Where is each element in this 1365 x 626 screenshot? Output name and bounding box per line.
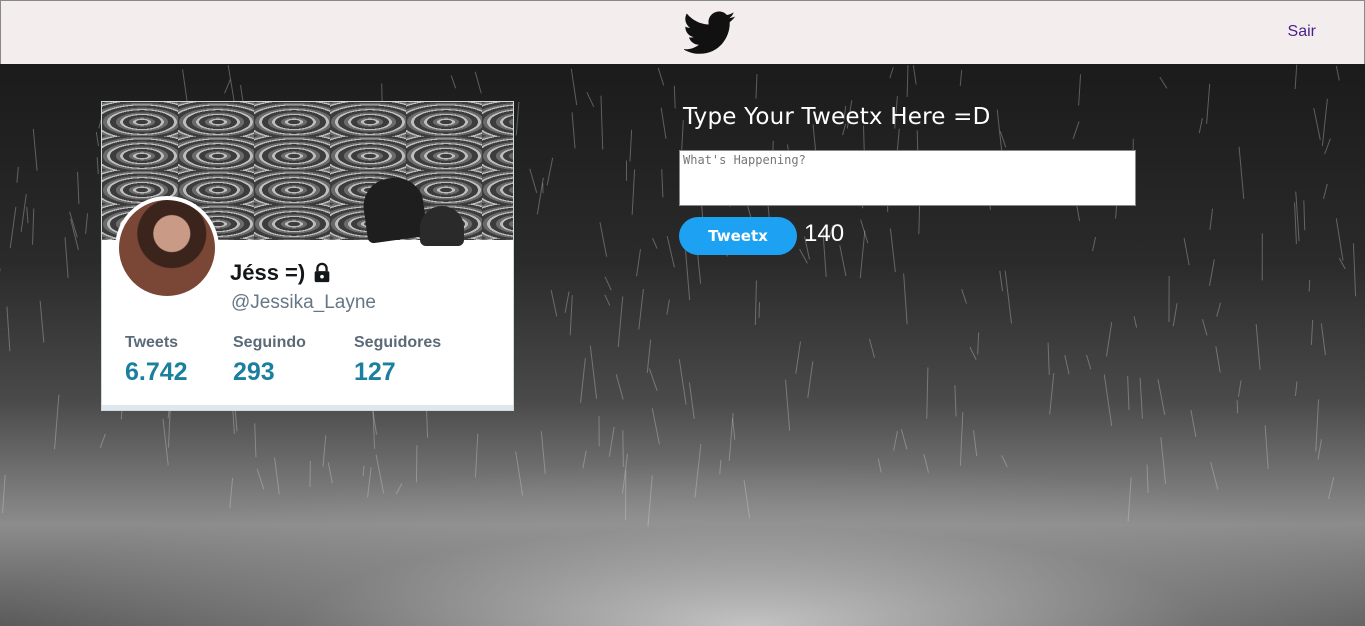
banner-shoe (359, 174, 429, 244)
stat-value: 6.742 (125, 358, 188, 386)
stat-label: Tweets (125, 334, 179, 351)
banner-shoe (420, 206, 464, 246)
stat-label: Seguindo (233, 334, 306, 351)
tweet-button[interactable]: Tweetx (679, 217, 797, 255)
lock-icon (314, 262, 330, 283)
twitter-bird-icon[interactable] (684, 11, 736, 55)
profile-handle[interactable]: @Jessika_Layne (231, 292, 376, 314)
stat-following[interactable]: Seguindo 293 (233, 334, 306, 387)
avatar[interactable] (115, 196, 219, 300)
compose-title: Type Your Tweetx Here =D (683, 104, 991, 130)
profile-name: Jéss =) (230, 260, 333, 286)
card-footer (102, 405, 513, 410)
logout-link[interactable]: Sair (1288, 23, 1316, 41)
top-navbar: Sair (0, 0, 1365, 64)
stat-value: 293 (233, 358, 275, 386)
profile-name-text: Jéss =) (230, 260, 306, 285)
background-rain-image: Jéss =) @Jessika_Layne Tweets 6.742 Segu… (0, 64, 1365, 626)
tweet-input[interactable] (679, 150, 1136, 206)
stat-tweets[interactable]: Tweets 6.742 (125, 334, 188, 387)
stat-value: 127 (354, 358, 396, 386)
profile-card: Jéss =) @Jessika_Layne Tweets 6.742 Segu… (101, 101, 514, 411)
char-counter: 140 (804, 220, 845, 247)
stat-label: Seguidores (354, 334, 442, 351)
stat-followers[interactable]: Seguidores 127 (354, 334, 441, 387)
